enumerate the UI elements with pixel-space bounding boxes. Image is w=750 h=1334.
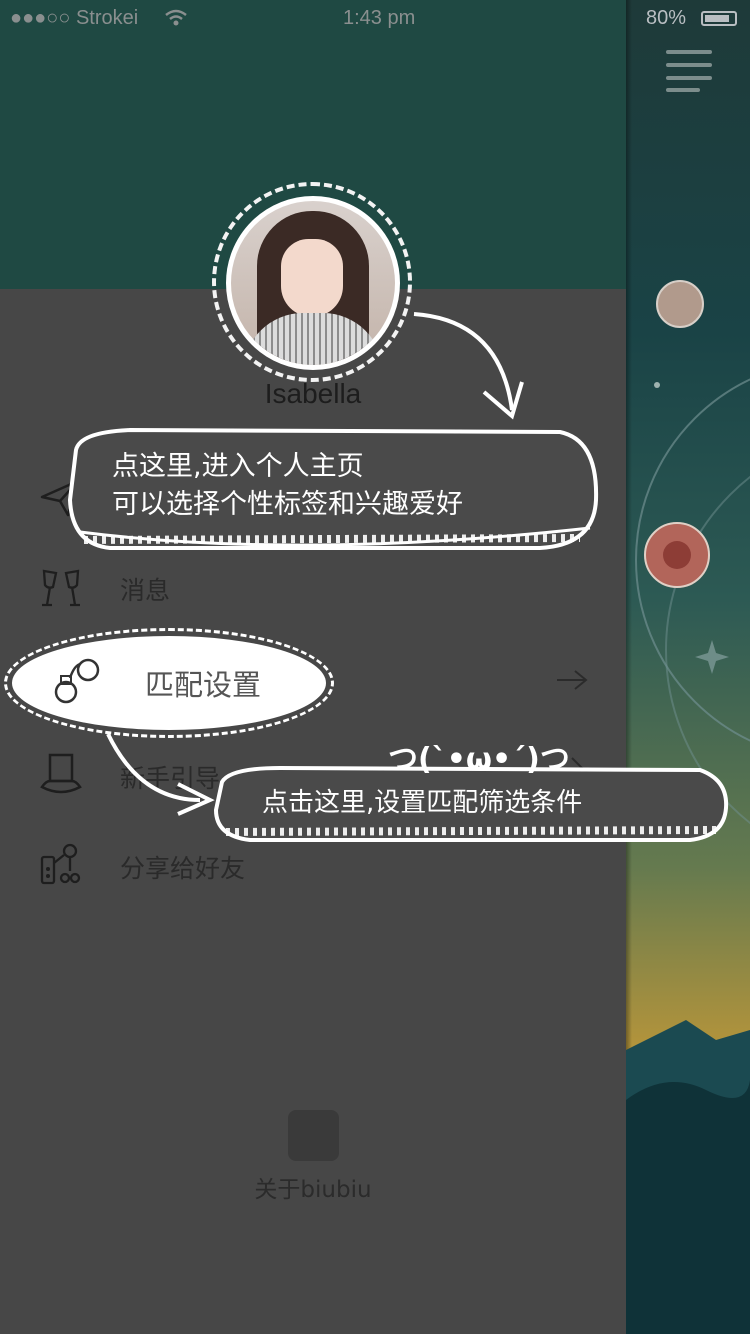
profile-tip-line2: 可以选择个性标签和兴趣爱好 xyxy=(112,489,463,520)
handcuffs-icon xyxy=(54,658,100,704)
profile-tip-line1: 点这里,进入个人主页 xyxy=(112,451,364,482)
match-settings-label[interactable]: 匹配设置 xyxy=(145,662,261,704)
kaomoji-text: つ(`•ω•´)つ xyxy=(388,742,570,777)
match-tip-text: 点击这里,设置匹配筛选条件 xyxy=(262,788,583,818)
